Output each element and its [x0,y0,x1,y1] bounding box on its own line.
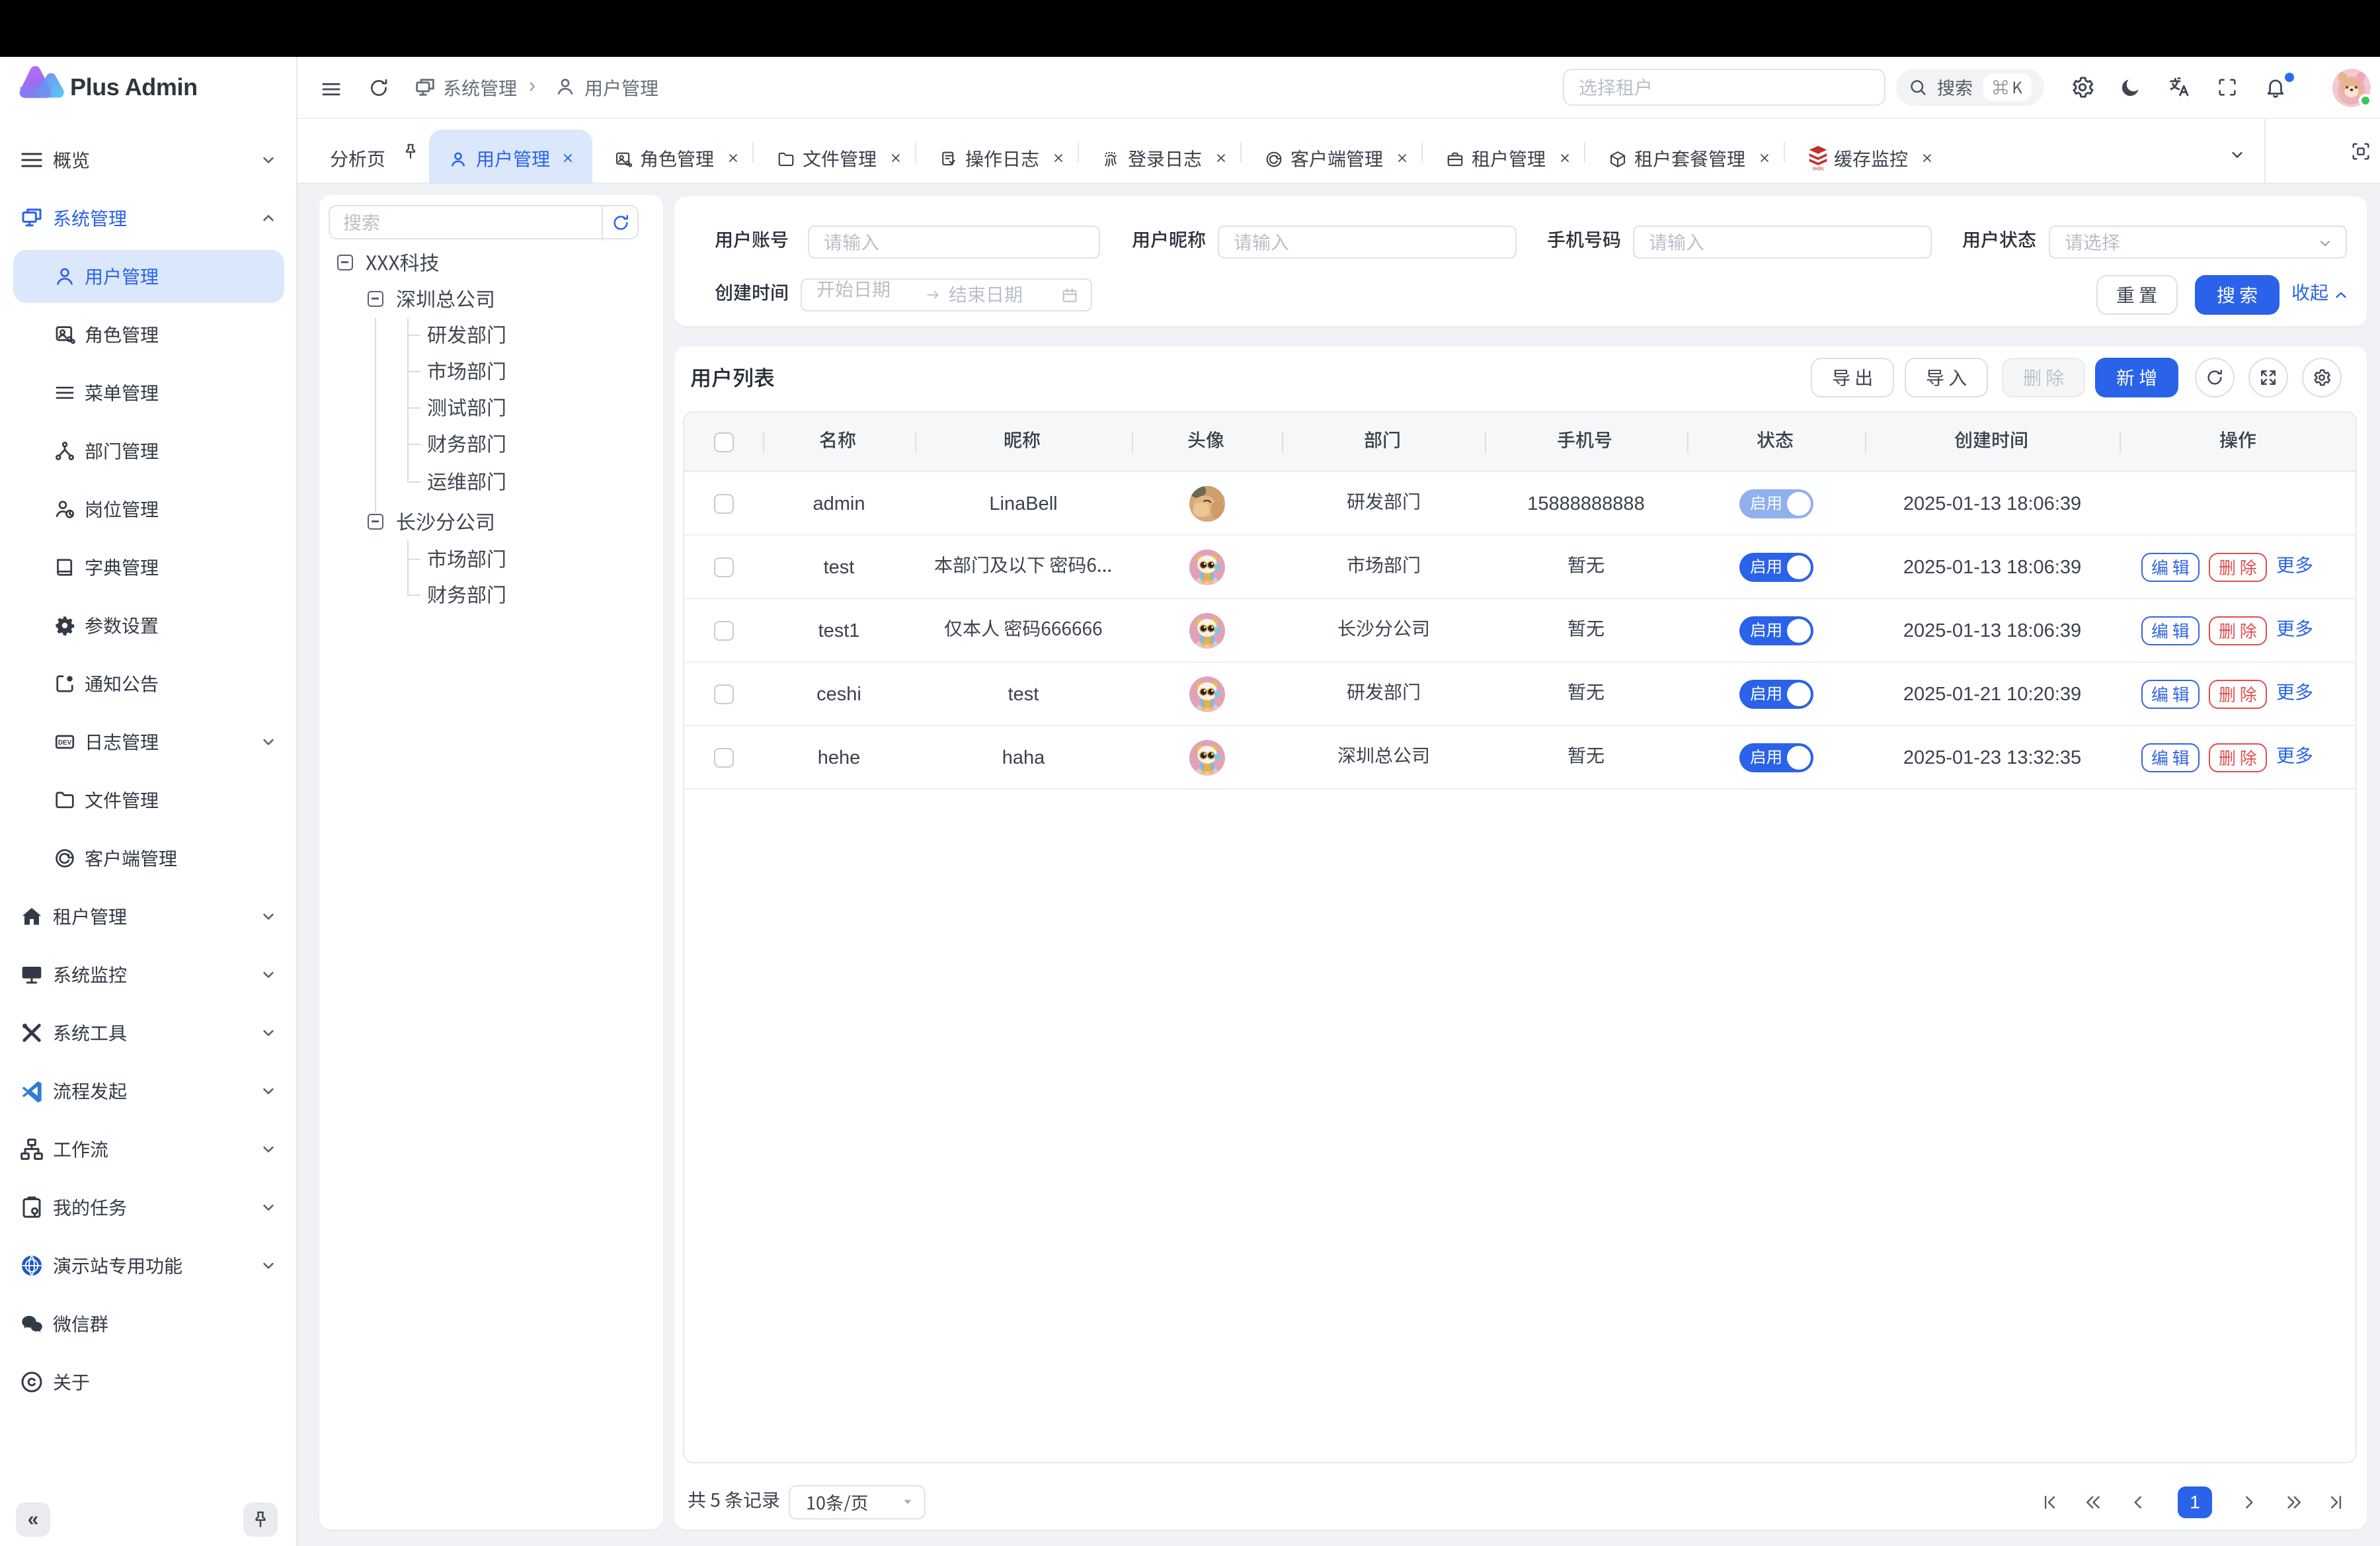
svg-text:DEV: DEV [58,739,72,747]
svg-text:redis: redis [1812,165,1823,171]
